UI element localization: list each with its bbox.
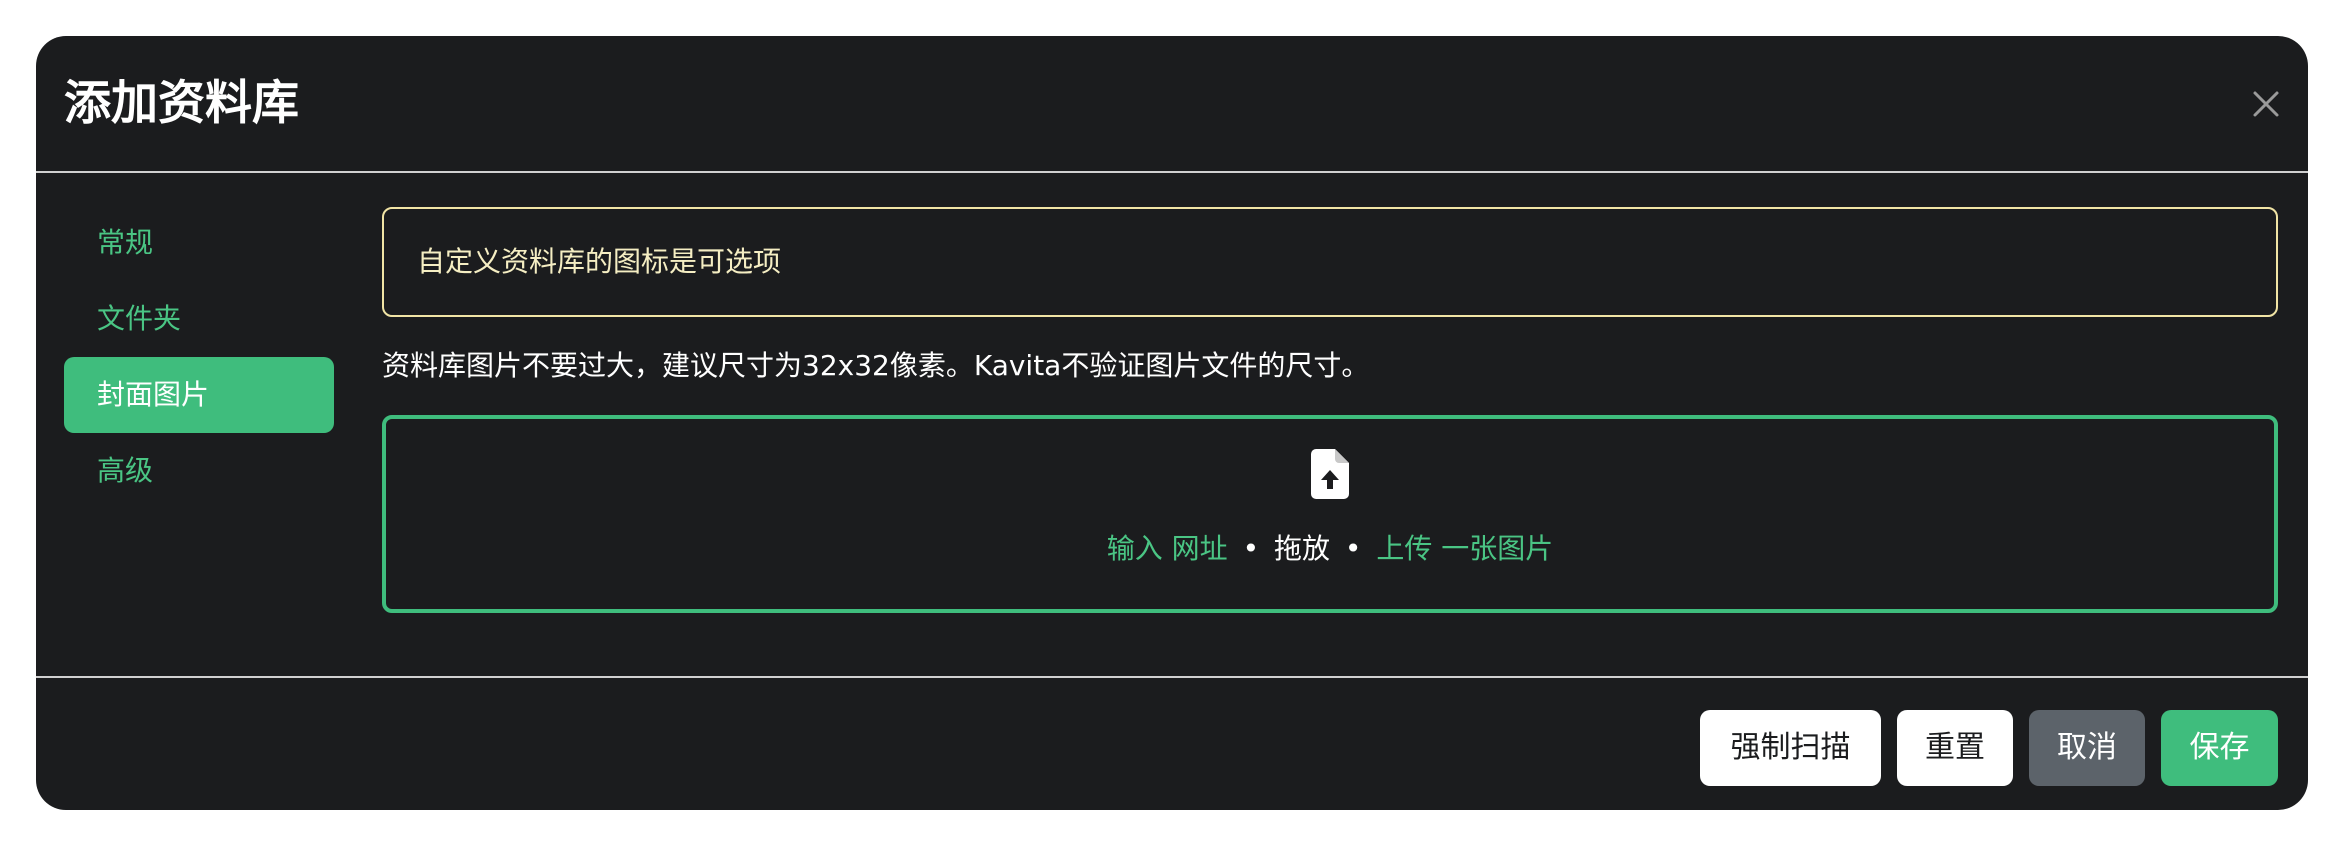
- cover-image-panel: 自定义资料库的图标是可选项 资料库图片不要过大，建议尺寸为32x32像素。Kav…: [382, 207, 2278, 613]
- reset-button[interactable]: 重置: [1897, 710, 2013, 786]
- modal-footer: 强制扫描 重置 取消 保存: [36, 676, 2308, 810]
- separator: •: [1344, 532, 1362, 565]
- close-button[interactable]: [2246, 84, 2286, 124]
- dropzone-instructions: 输入 网址 • 拖放 • 上传 一张图片: [386, 531, 2274, 567]
- upload-image-link[interactable]: 上传 一张图片: [1376, 532, 1553, 565]
- close-icon: [2253, 91, 2279, 117]
- modal-header: 添加资料库: [36, 36, 2308, 173]
- modal-body: 常规 文件夹 封面图片 高级 自定义资料库的图标是可选项 资料库图片不要过大，建…: [36, 175, 2308, 713]
- nav-item-advanced[interactable]: 高级: [64, 433, 334, 509]
- image-dropzone[interactable]: 输入 网址 • 拖放 • 上传 一张图片: [382, 415, 2278, 613]
- save-button[interactable]: 保存: [2161, 710, 2278, 786]
- nav-item-folders[interactable]: 文件夹: [64, 281, 334, 357]
- modal-title: 添加资料库: [64, 76, 299, 131]
- nav-item-general[interactable]: 常规: [64, 205, 334, 281]
- add-library-modal: 添加资料库 常规 文件夹 封面图片 高级 自定义资料库的图标是可选项 资料库图片…: [36, 36, 2308, 810]
- enter-url-link[interactable]: 输入 网址: [1107, 532, 1228, 565]
- drag-drop-label: 拖放: [1273, 532, 1330, 565]
- force-scan-button[interactable]: 强制扫描: [1700, 710, 1881, 786]
- side-nav: 常规 文件夹 封面图片 高级: [64, 205, 334, 509]
- cancel-button[interactable]: 取消: [2029, 710, 2145, 786]
- nav-item-cover-image[interactable]: 封面图片: [64, 357, 334, 433]
- separator: •: [1242, 532, 1260, 565]
- info-alert: 自定义资料库的图标是可选项: [382, 207, 2278, 317]
- file-upload-icon: [1311, 449, 1349, 499]
- help-text: 资料库图片不要过大，建议尺寸为32x32像素。Kavita不验证图片文件的尺寸。: [382, 349, 1370, 382]
